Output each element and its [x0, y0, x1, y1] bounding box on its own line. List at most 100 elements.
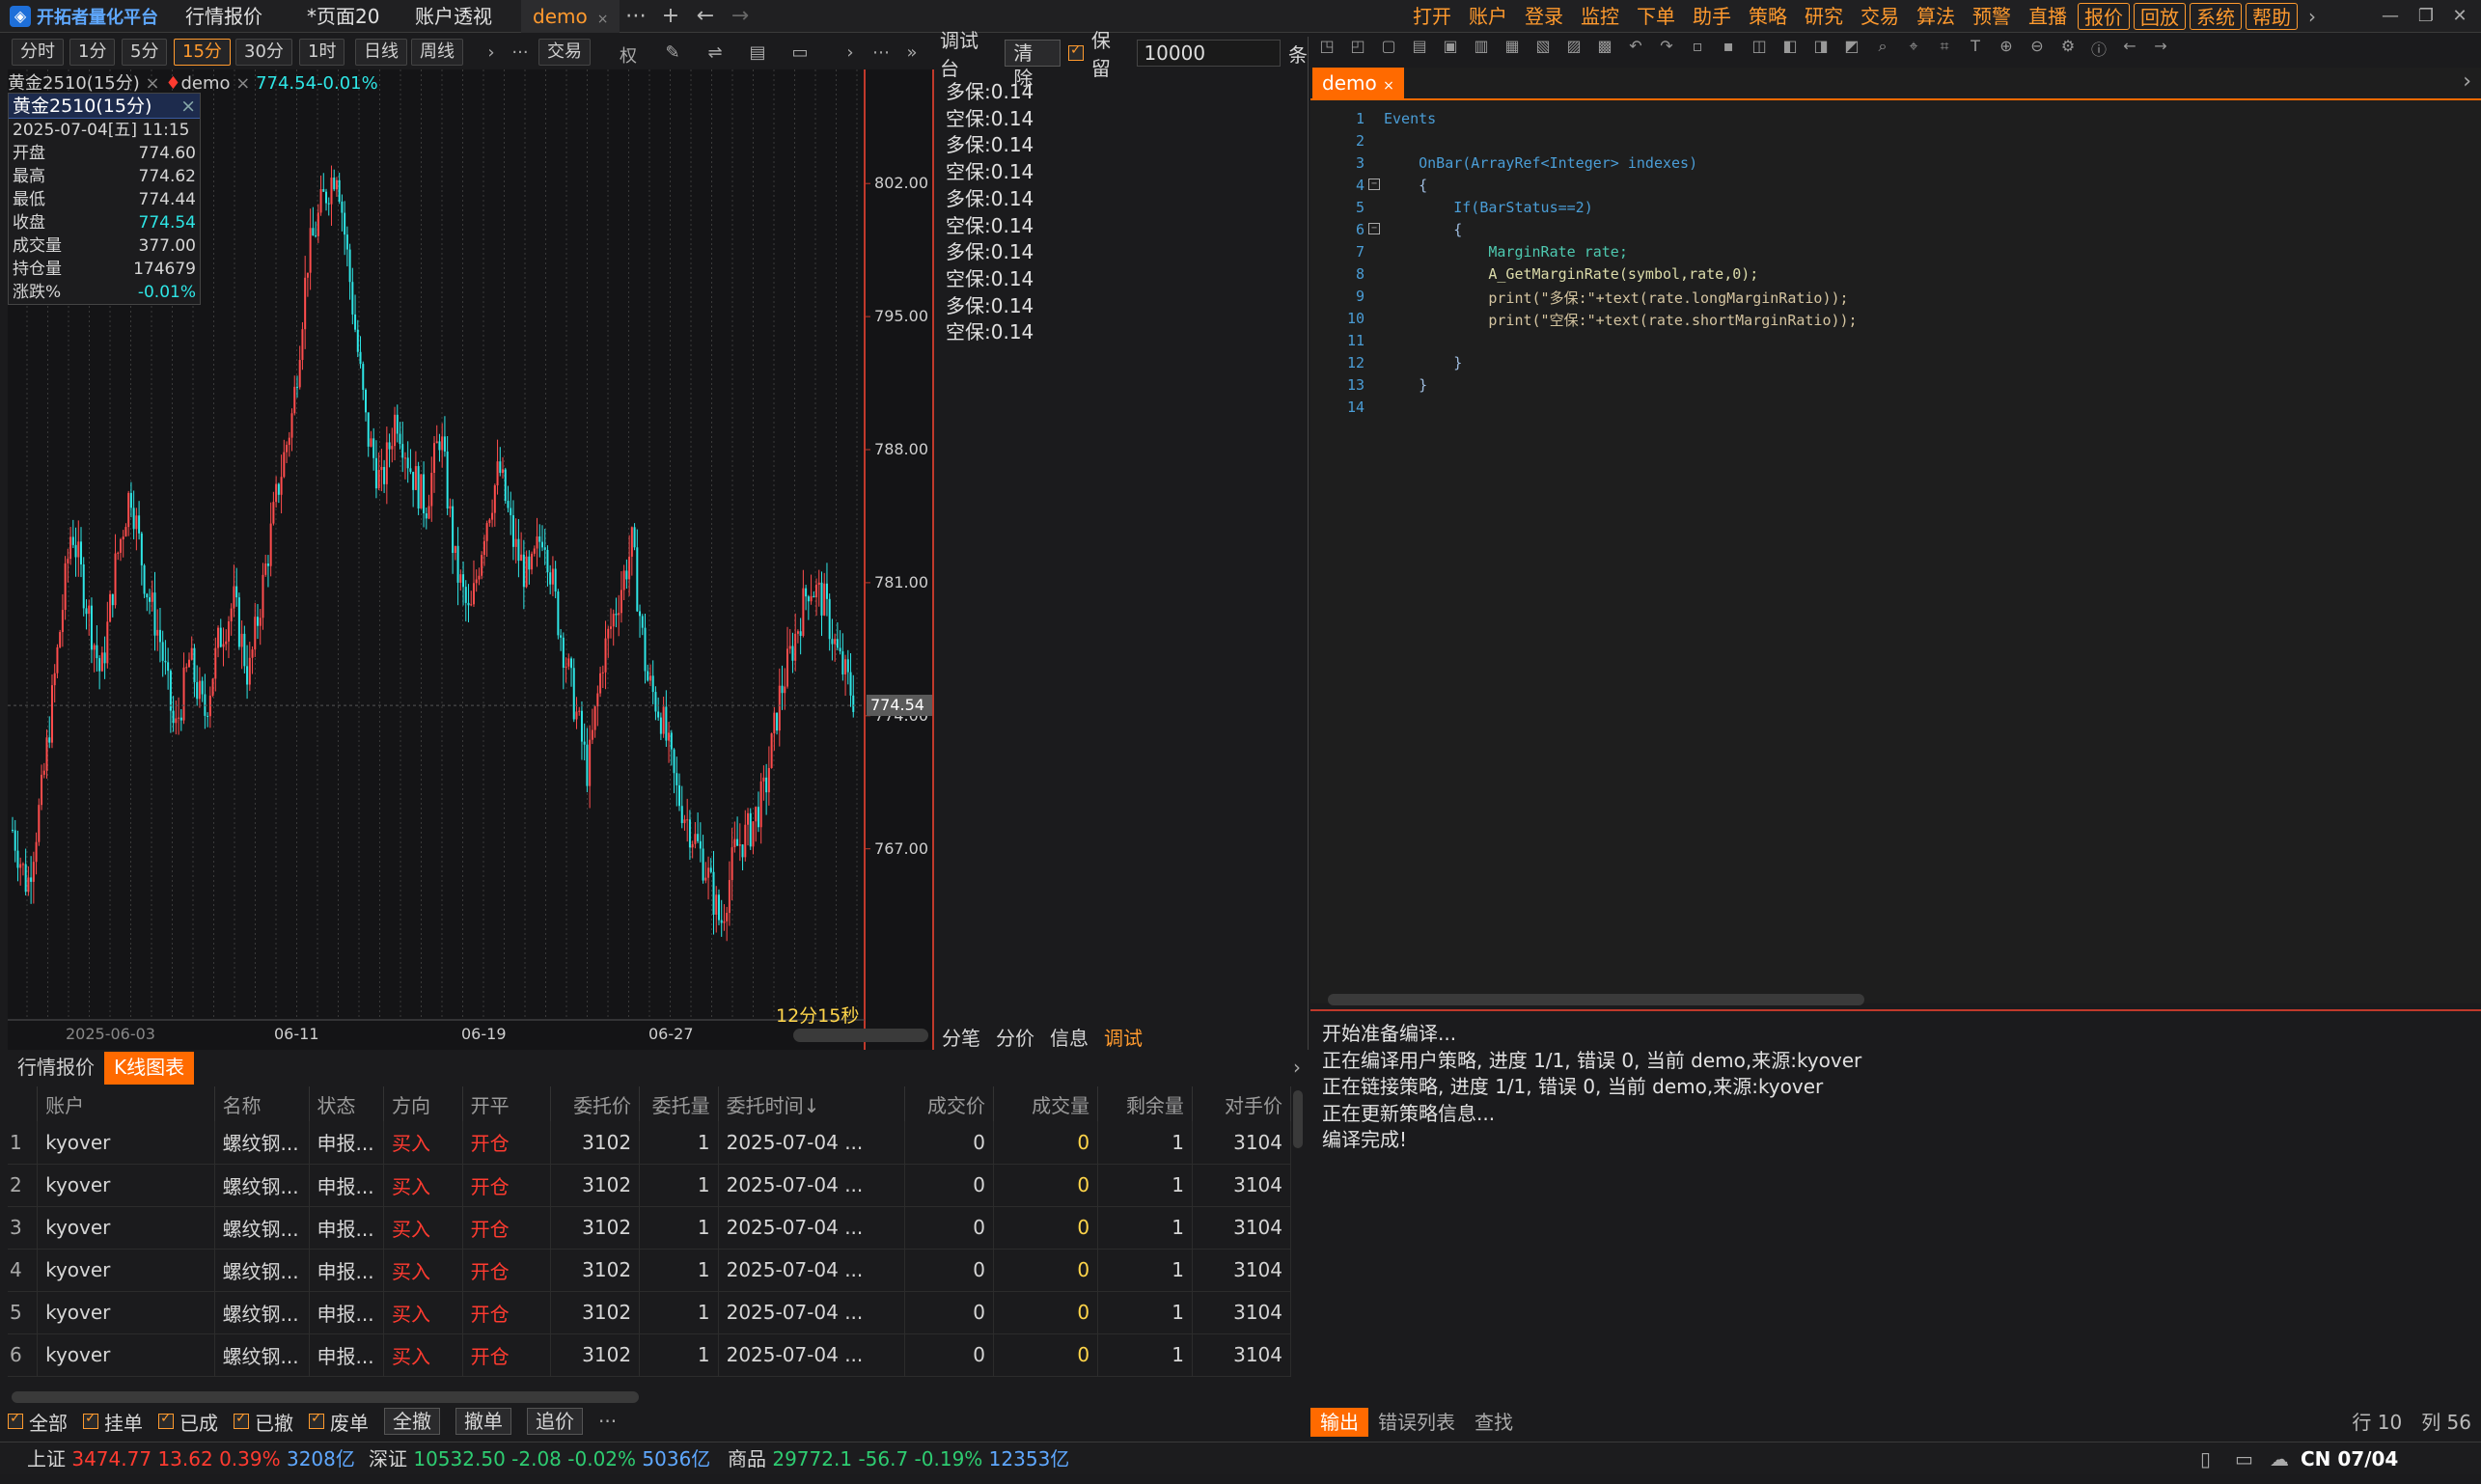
save-all-icon[interactable]: ▥: [1469, 37, 1494, 66]
add-tab-icon[interactable]: +: [656, 0, 685, 33]
close-icon[interactable]: ×: [235, 73, 250, 94]
more-tabs-icon[interactable]: ⋯: [621, 0, 650, 33]
find-icon[interactable]: ⌖: [1901, 37, 1926, 66]
tab-info[interactable]: 信息: [1050, 1023, 1089, 1052]
tab-market-quotes[interactable]: 行情报价: [8, 1052, 104, 1085]
notebook-icon[interactable]: ▯: [2200, 1443, 2211, 1475]
tab-kline[interactable]: K线图表: [104, 1052, 195, 1085]
code-line[interactable]: print("空保:"+text(rate.shortMarginRatio))…: [1384, 310, 1857, 330]
new-icon[interactable]: ◳: [1314, 37, 1339, 66]
col-header[interactable]: 剩余量: [1097, 1086, 1193, 1121]
window-icon[interactable]: ▭: [787, 42, 813, 63]
more-icon[interactable]: ···: [508, 42, 533, 63]
menu-item-11[interactable]: 直播: [2020, 3, 2076, 30]
tab-find[interactable]: 查找: [1465, 1408, 1523, 1437]
zoom-in-icon[interactable]: ⊕: [1994, 37, 2019, 66]
period-week[interactable]: 周线: [411, 39, 463, 66]
chevron-right-icon[interactable]: ›: [838, 42, 863, 63]
fold-icon[interactable]: −: [1368, 223, 1380, 234]
period-1h[interactable]: 1时: [299, 39, 345, 66]
code-line[interactable]: print("多保:"+text(rate.longMarginRatio));: [1384, 288, 1848, 308]
forward-icon[interactable]: →: [726, 0, 755, 33]
filter-checkbox[interactable]: 已成: [158, 1408, 218, 1436]
pen-icon[interactable]: ✎: [660, 42, 685, 63]
menu-item-7[interactable]: 研究: [1796, 3, 1852, 30]
settings-icon[interactable]: ⚙: [2055, 37, 2081, 66]
undo-icon[interactable]: ↶: [1623, 37, 1648, 66]
keep-checkbox[interactable]: [1067, 42, 1084, 61]
index-commodity[interactable]: 商品 29772.1 -56.7 -0.19% 12353亿: [728, 1443, 1069, 1475]
close-icon[interactable]: ×: [146, 73, 160, 94]
clear-button[interactable]: 清除: [1005, 40, 1061, 90]
menu-item-1[interactable]: 账户: [1460, 3, 1516, 30]
order-action-button[interactable]: 全撤: [384, 1408, 440, 1435]
chart-scrollbar[interactable]: [793, 1029, 928, 1042]
col-header[interactable]: 对手价: [1192, 1086, 1292, 1121]
trade-button[interactable]: 交易: [538, 39, 591, 66]
tab-ticks[interactable]: 分笔: [942, 1023, 980, 1052]
code-line[interactable]: {: [1384, 221, 1462, 238]
col-header[interactable]: 委托价: [550, 1086, 641, 1121]
period-5m[interactable]: 5分: [122, 39, 168, 66]
horizontal-scrollbar[interactable]: [12, 1391, 639, 1403]
import-icon[interactable]: ◨: [1808, 37, 1833, 66]
tab-debug[interactable]: 调试: [1104, 1023, 1143, 1052]
table-row[interactable]: 6 kyover 螺纹钢... 申报... 买入 开仓 3102 1 2025-07-04 ..…: [8, 1333, 1292, 1377]
adjust-icon[interactable]: ⇌: [703, 42, 728, 63]
cut-icon[interactable]: ▩: [1592, 37, 1617, 66]
chevron-right-icon[interactable]: ›: [2300, 3, 2325, 30]
code-line[interactable]: If(BarStatus==2): [1384, 199, 1593, 216]
menu-item-10[interactable]: 预警: [1964, 3, 2020, 30]
index-sz[interactable]: 深证 10532.50 -2.08 -0.02% 5036亿: [369, 1443, 710, 1475]
layers-icon[interactable]: ▤: [745, 42, 770, 63]
more-icon[interactable]: ···: [598, 1410, 617, 1433]
stop-icon[interactable]: ◧: [1778, 37, 1803, 66]
col-header[interactable]: 账户: [37, 1086, 215, 1121]
vertical-scrollbar[interactable]: [1293, 1090, 1303, 1148]
tab-demo[interactable]: demo ×: [521, 0, 620, 33]
code-line[interactable]: {: [1384, 177, 1427, 194]
menu-item-8[interactable]: 交易: [1852, 3, 1908, 30]
code-line[interactable]: OnBar(ArrayRef<Integer> indexes): [1384, 154, 1697, 172]
close-icon[interactable]: ×: [1383, 78, 1394, 94]
menu-item-4[interactable]: 下单: [1628, 3, 1684, 30]
fold-icon[interactable]: −: [1368, 179, 1380, 190]
code-line[interactable]: MarginRate rate;: [1384, 243, 1628, 261]
more-icon[interactable]: ⋯: [868, 42, 894, 63]
menu-item-5[interactable]: 助手: [1684, 3, 1740, 30]
table-row[interactable]: 1 kyover 螺纹钢... 申报... 买入 开仓 3102 1 2025-07-04 ..…: [8, 1121, 1292, 1165]
text-icon[interactable]: T: [1963, 37, 1988, 66]
delete-icon[interactable]: ▦: [1500, 37, 1525, 66]
order-action-button[interactable]: 撤单: [455, 1408, 511, 1435]
back-icon[interactable]: ←: [691, 0, 720, 33]
redo-icon[interactable]: ↷: [1654, 37, 1679, 66]
keep-count-input[interactable]: 10000: [1137, 40, 1281, 67]
col-header[interactable]: 委托量: [639, 1086, 719, 1121]
col-header[interactable]: 开平: [462, 1086, 552, 1121]
close-icon[interactable]: ×: [597, 12, 609, 27]
kline-chart[interactable]: 黄金2510(15分) × ♦demo × 774.54-0.01% 黄金251…: [8, 69, 934, 1050]
paste-icon[interactable]: ▨: [1561, 37, 1586, 66]
menu-item-3[interactable]: 监控: [1572, 3, 1628, 30]
close-window-icon[interactable]: ✕: [2439, 2, 2481, 31]
rights-icon[interactable]: 权: [616, 42, 641, 68]
period-1m[interactable]: 1分: [69, 39, 116, 66]
info-icon[interactable]: ⓘ: [2086, 37, 2111, 66]
filter-checkbox[interactable]: 已撤: [234, 1408, 293, 1436]
table-row[interactable]: 5 kyover 螺纹钢... 申报... 买入 开仓 3102 1 2025-07-04 ..…: [8, 1291, 1292, 1334]
col-header[interactable]: 状态: [309, 1086, 385, 1121]
replace-icon[interactable]: ⌗: [1932, 37, 1957, 66]
period-30m[interactable]: 30分: [235, 39, 292, 66]
save-icon[interactable]: ▣: [1438, 37, 1463, 66]
filter-checkbox[interactable]: 全部: [8, 1408, 68, 1436]
chevron-right-icon[interactable]: ›: [479, 42, 504, 63]
folder-icon[interactable]: ▤: [1407, 37, 1432, 66]
tab-page20[interactable]: *页面20: [295, 0, 391, 33]
col-header[interactable]: 委托时间↓: [718, 1086, 906, 1121]
period-day[interactable]: 日线: [355, 39, 407, 66]
col-header[interactable]: 名称: [214, 1086, 310, 1121]
menu-item-2[interactable]: 登录: [1516, 3, 1572, 30]
period-15m[interactable]: 15分: [174, 39, 231, 66]
copy-icon[interactable]: ▧: [1530, 37, 1556, 66]
code-line[interactable]: }: [1384, 376, 1427, 394]
